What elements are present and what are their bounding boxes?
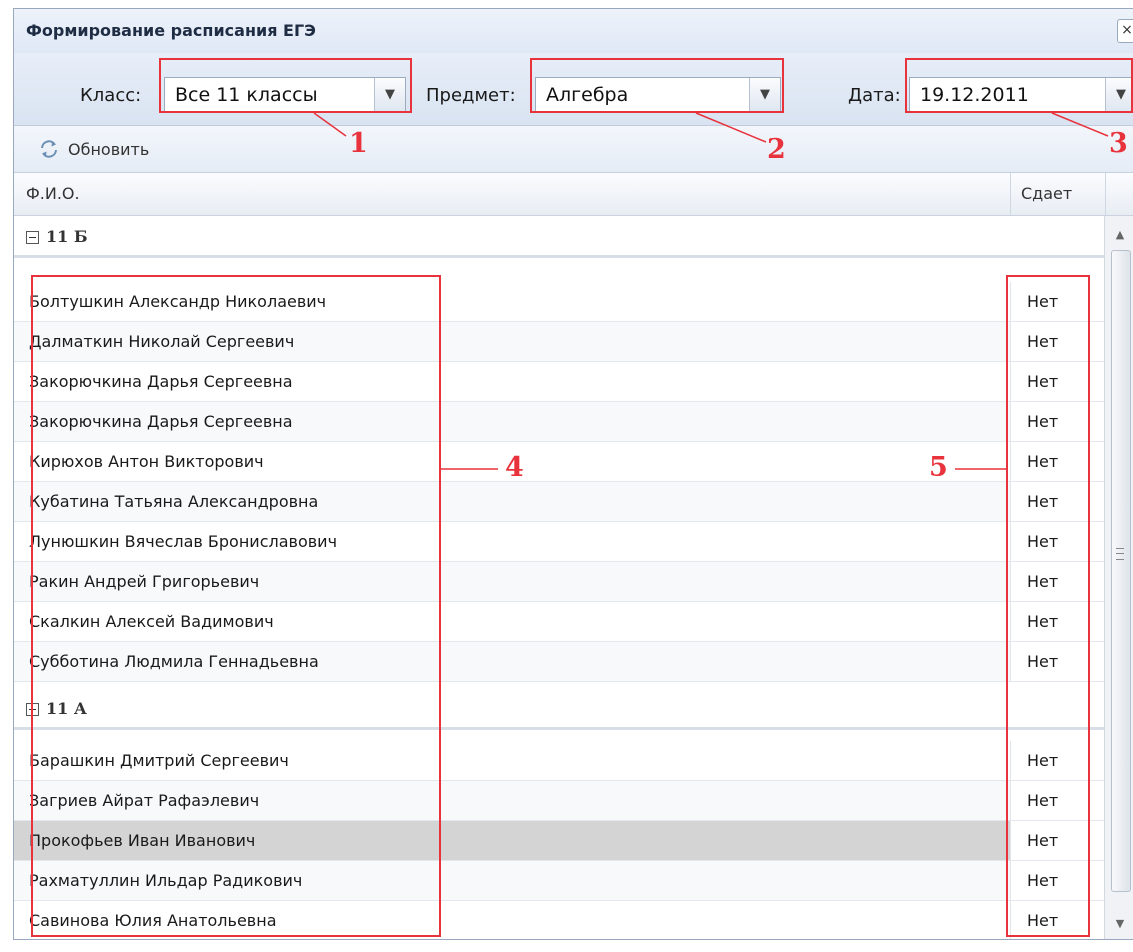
column-header-status-label: Сдает <box>1021 184 1073 203</box>
annotation-number-3: 3 <box>1109 128 1128 159</box>
refresh-label: Обновить <box>68 140 150 159</box>
grid-header: Ф.И.О. Сдает <box>14 173 1133 216</box>
column-header-status[interactable]: Сдает <box>1010 173 1106 215</box>
collapse-icon[interactable] <box>26 231 39 244</box>
annotation-number-2: 2 <box>767 134 786 165</box>
close-icon[interactable]: × <box>1117 19 1133 43</box>
action-toolbar: Обновить <box>14 126 1133 173</box>
dialog-titlebar: Формирование расписания ЕГЭ × <box>14 9 1133 54</box>
annotation-number-4: 4 <box>505 452 524 483</box>
annotation-box-date <box>905 58 1133 113</box>
date-label: Дата: <box>848 85 901 106</box>
group-name: 11 Б <box>46 227 88 246</box>
group-header-11b[interactable]: 11 Б <box>14 216 1104 258</box>
annotation-number-5: 5 <box>929 452 948 483</box>
scrollbar-thumb[interactable] <box>1111 250 1131 892</box>
annotation-box-status <box>1006 275 1090 937</box>
dialog-title: Формирование расписания ЕГЭ <box>26 21 316 40</box>
scroll-up-icon[interactable]: ▲ <box>1105 224 1133 246</box>
annotation-box-subject <box>530 58 784 113</box>
vertical-scrollbar[interactable]: ▲ ▼ <box>1104 216 1133 939</box>
column-header-name[interactable]: Ф.И.О. <box>26 184 80 203</box>
subject-label: Предмет: <box>426 85 516 106</box>
class-label: Класс: <box>80 85 142 106</box>
scroll-down-icon[interactable]: ▼ <box>1105 913 1133 935</box>
refresh-icon <box>41 140 57 158</box>
annotation-box-class <box>159 58 412 113</box>
annotation-number-1: 1 <box>349 128 368 159</box>
annotation-box-names <box>31 275 441 937</box>
group-divider <box>14 255 1104 258</box>
grip-icon <box>1116 548 1124 560</box>
